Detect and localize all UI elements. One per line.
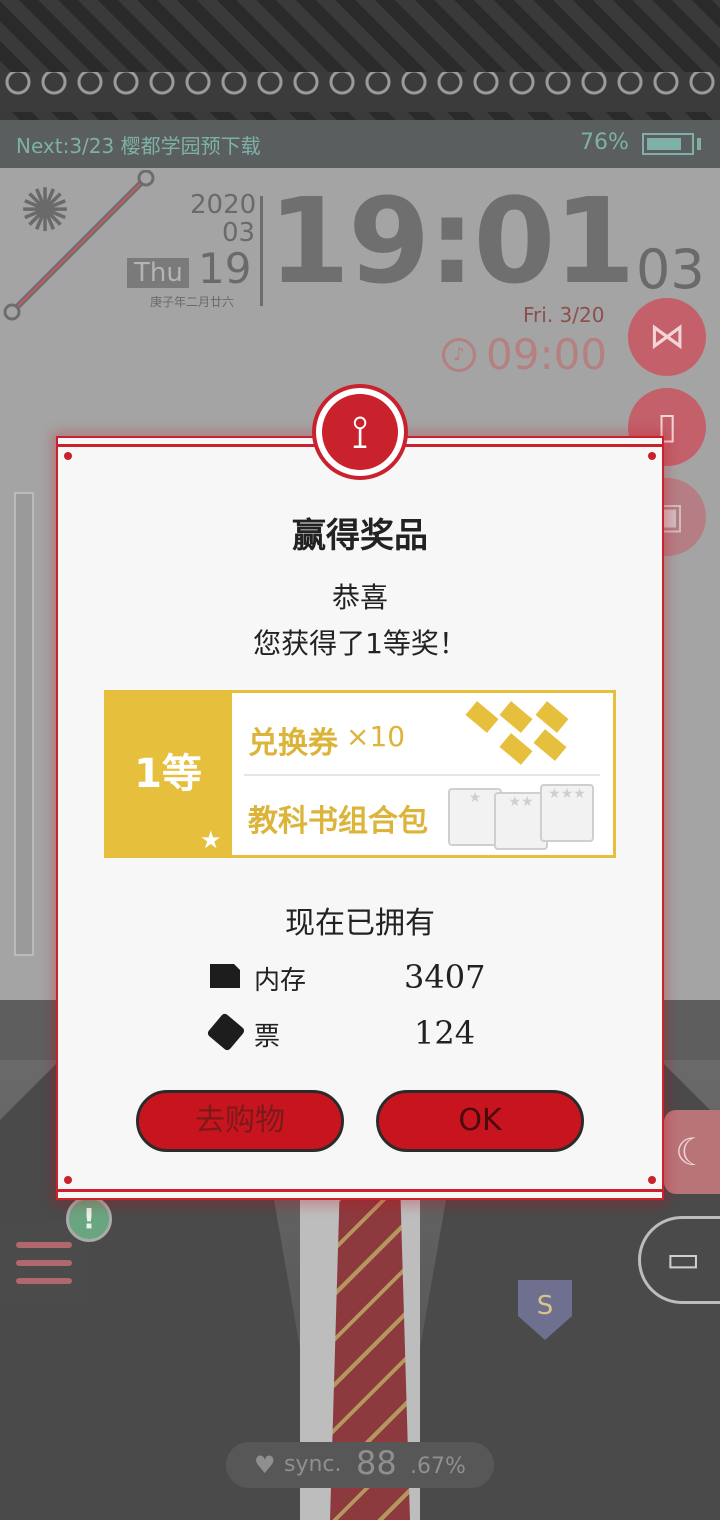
- loading-spinner-icon: ✺: [19, 176, 71, 246]
- left-scroll-bar[interactable]: [14, 492, 34, 956]
- sync-indicator: ♥ sync. 88 .67%: [226, 1442, 494, 1488]
- clock-year: 2020: [190, 190, 257, 220]
- prize-voucher-name: 兑换券: [248, 726, 338, 761]
- night-mode-button[interactable]: ☾: [664, 1110, 720, 1194]
- battery-icon: [642, 133, 694, 155]
- corner-dot: [648, 1176, 656, 1184]
- moon-icon: ☾: [674, 1130, 710, 1174]
- prize-divider: [244, 774, 600, 776]
- dialog-title: 赢得奖品: [292, 516, 428, 556]
- clock-day: 19: [198, 244, 252, 293]
- dialog-congrats: 恭喜: [331, 581, 388, 614]
- prize-textbook-name: 教科书组合包: [248, 804, 428, 839]
- share-icon: ⋈: [649, 316, 685, 357]
- dialog-message: 您获得了1等奖！: [253, 627, 467, 660]
- clock-date-en: Fri. 3/20: [523, 303, 605, 327]
- owned-title: 现在已拥有: [285, 906, 435, 941]
- shop-button[interactable]: 去购物: [136, 1090, 344, 1152]
- clock-seconds: 03: [636, 238, 705, 301]
- alarm-icon: ♪: [442, 338, 476, 372]
- prize-voucher-qty: ×10: [346, 720, 406, 753]
- alarm-time: 09:00: [486, 330, 608, 379]
- sync-decimal: .67%: [410, 1454, 466, 1479]
- heart-icon: ♥: [254, 1451, 276, 1479]
- memory-value: 3407: [404, 958, 486, 996]
- open-book-icon: ▭: [665, 1239, 700, 1280]
- memory-label: 内存: [254, 966, 307, 996]
- menu-icon-line: [16, 1278, 72, 1284]
- clock-divider: [260, 196, 263, 306]
- corner-dot: [648, 452, 656, 460]
- star-icon: ★: [200, 826, 222, 854]
- ticket-value: 124: [414, 1014, 476, 1052]
- next-event-text: Next:3/23 樱都学园预下载: [16, 134, 261, 158]
- corner-dot: [64, 452, 72, 460]
- vouchers-icon: [465, 701, 572, 768]
- share-button[interactable]: ⋈: [628, 298, 706, 376]
- menu-icon-line: [16, 1260, 72, 1266]
- ticket-label: 票: [254, 1022, 281, 1052]
- dialog-badge: ⟟: [312, 384, 408, 480]
- syringe-icon: ⟟: [322, 394, 398, 470]
- clock-weekday: Thu: [134, 258, 183, 288]
- corner-dot: [64, 1176, 72, 1184]
- lunar-date: 庚子年二月廿六: [150, 295, 235, 309]
- clock-time: 19:01: [268, 172, 636, 310]
- reading-button[interactable]: ▭: [638, 1216, 720, 1304]
- battery-percent: 76%: [580, 130, 629, 155]
- menu-icon: [16, 1242, 72, 1248]
- battery-tip: [697, 138, 701, 150]
- sync-label: sync.: [284, 1452, 342, 1477]
- ok-button[interactable]: OK: [376, 1090, 584, 1152]
- lace-decoration: [0, 72, 720, 112]
- memory-card-icon: [210, 964, 240, 988]
- dialog-bottom-border: [58, 1189, 662, 1192]
- textbooks-icon: ★ ★★ ★★★: [444, 780, 604, 850]
- sync-value: 88: [356, 1444, 397, 1482]
